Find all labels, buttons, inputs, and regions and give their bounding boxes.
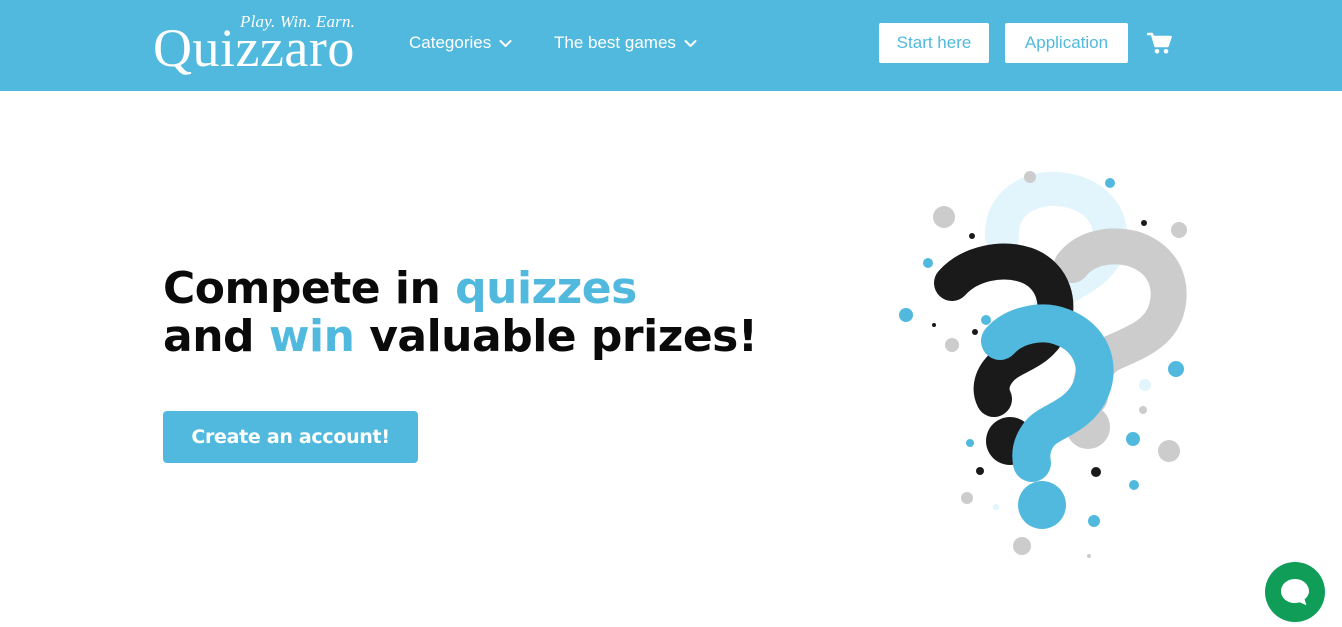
- hero-headline-line-1: Compete in quizzes: [163, 265, 803, 313]
- nav-best-games[interactable]: The best games: [554, 31, 697, 55]
- question-marks-illustration: [899, 171, 1187, 558]
- chevron-down-icon: [499, 39, 512, 47]
- create-account-button[interactable]: Create an account!: [163, 411, 418, 463]
- hero-text: valuable prizes!: [354, 311, 758, 362]
- hero-highlight-quizzes: quizzes: [455, 263, 637, 314]
- chevron-down-icon: [684, 39, 697, 47]
- chat-bubble-icon: [1281, 579, 1309, 606]
- hero-highlight-win: win: [268, 311, 355, 362]
- site-header: Play. Win. Earn. Quizzaro Categories The…: [0, 0, 1342, 91]
- logo-name: Quizzaro: [153, 18, 355, 78]
- nav-best-games-label: The best games: [554, 33, 676, 52]
- nav-categories[interactable]: Categories: [409, 31, 512, 55]
- shopping-cart-icon[interactable]: [1147, 31, 1172, 55]
- start-here-button[interactable]: Start here: [879, 23, 989, 63]
- hero-text: and: [163, 311, 269, 362]
- chat-widget-button[interactable]: [1265, 562, 1325, 622]
- logo[interactable]: Play. Win. Earn. Quizzaro: [153, 10, 363, 80]
- application-button[interactable]: Application: [1005, 23, 1128, 63]
- hero-headline: Compete in quizzes and win valuable priz…: [163, 265, 803, 361]
- hero-text: Compete in: [163, 263, 456, 314]
- nav-categories-label: Categories: [409, 33, 492, 52]
- hero-headline-line-2: and win valuable prizes!: [163, 313, 803, 361]
